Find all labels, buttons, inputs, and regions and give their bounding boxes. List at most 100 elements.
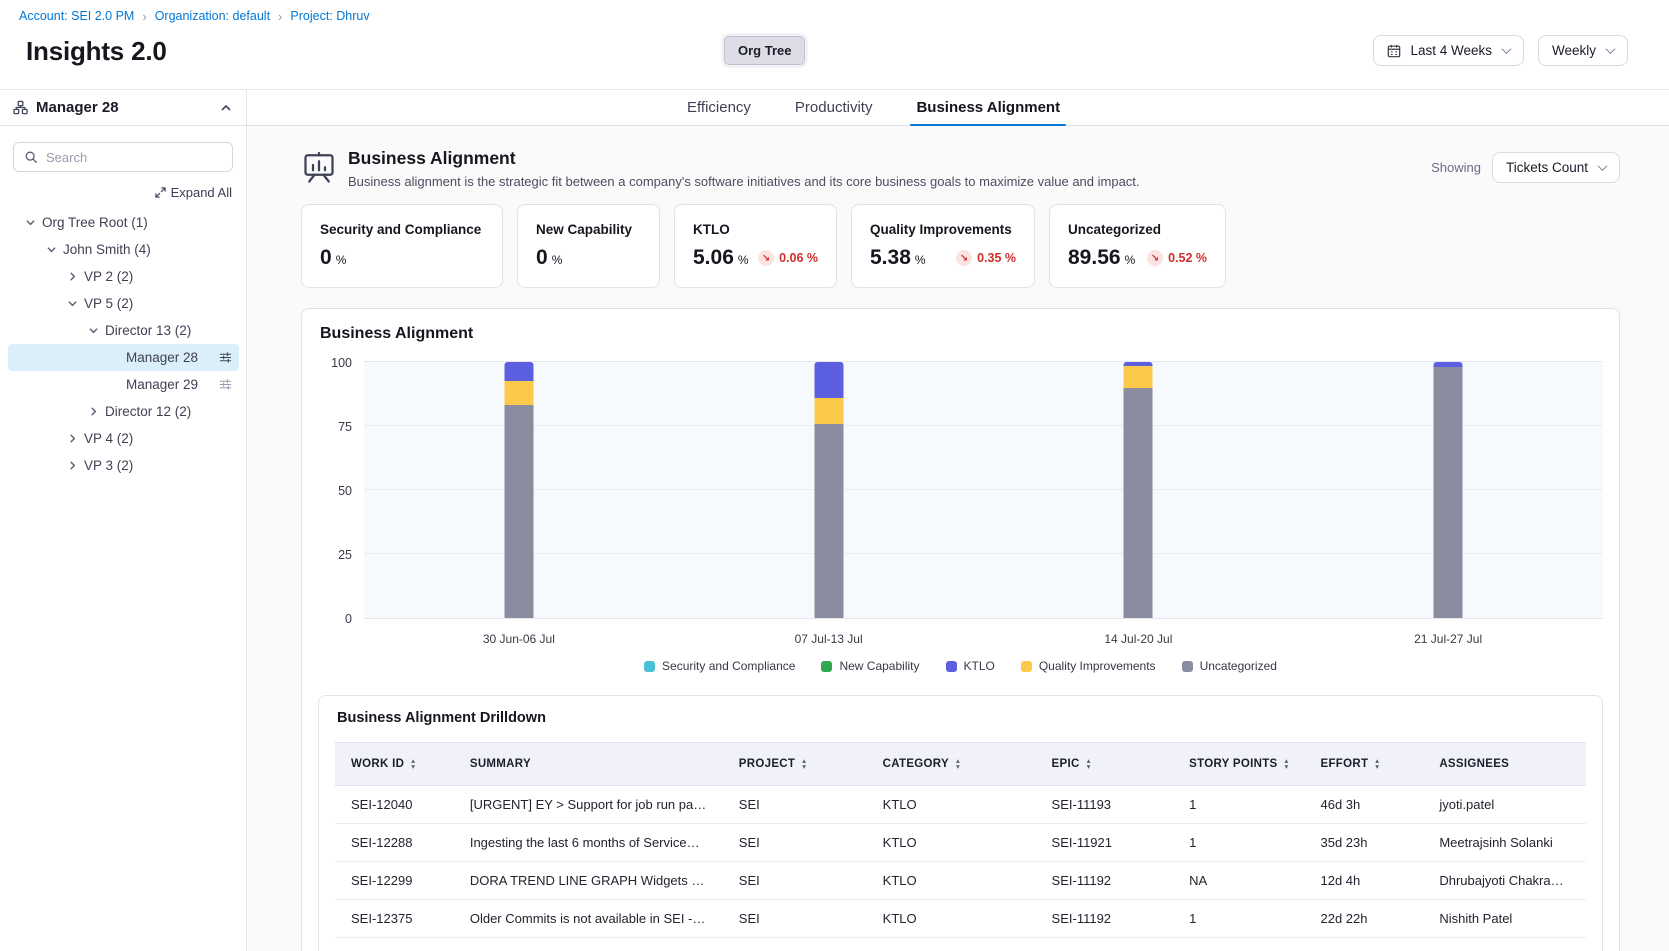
stacked-bar[interactable] (1124, 362, 1153, 618)
expand-all-icon (155, 187, 166, 198)
breadcrumb-separator-icon: › (278, 10, 282, 23)
stat-card-unit: % (552, 253, 563, 267)
stacked-bar[interactable] (1434, 362, 1463, 618)
search-icon (24, 150, 38, 164)
chevron-down-icon[interactable] (67, 298, 84, 309)
tree-node[interactable]: John Smith (4) (8, 236, 239, 263)
table-row[interactable]: SEI-12305EY > Verify if ingestion is wor… (335, 938, 1586, 951)
tree-node[interactable]: Manager 29 (8, 371, 239, 398)
chevron-right-icon[interactable] (67, 433, 84, 444)
org-tree-panel-header[interactable]: Manager 28 (0, 90, 246, 126)
table-cell: SEI-11192 (1036, 938, 1174, 951)
chevron-right-icon[interactable] (67, 460, 84, 471)
legend-label: Security and Compliance (662, 659, 795, 673)
bar-segment[interactable] (504, 381, 533, 405)
tree-node[interactable]: VP 5 (2) (8, 290, 239, 317)
breadcrumb-link[interactable]: Organization: default (155, 9, 270, 23)
expand-all-button[interactable]: Expand All (0, 185, 232, 200)
tree-node[interactable]: VP 4 (2) (8, 425, 239, 452)
tree-node[interactable]: VP 3 (2) (8, 452, 239, 479)
tab-efficiency[interactable]: Efficiency (687, 90, 751, 125)
table-row[interactable]: SEI-12288Ingesting the last 6 months of … (335, 824, 1586, 862)
drilldown-card: Business Alignment Drilldown WORK ID▴▾SU… (318, 695, 1603, 951)
tree-node[interactable]: Director 12 (2) (8, 398, 239, 425)
chevron-right-icon[interactable] (67, 271, 84, 282)
column-header[interactable]: PROJECT▴▾ (723, 743, 867, 786)
bar-segment[interactable] (504, 405, 533, 618)
breadcrumb-link[interactable]: Account: SEI 2.0 PM (19, 9, 134, 23)
bar-segment[interactable] (814, 362, 843, 398)
legend-label: Uncategorized (1200, 659, 1277, 673)
table-cell: SEI-12305 (335, 938, 454, 951)
stacked-bar[interactable] (814, 362, 843, 618)
table-cell: KTLO (867, 786, 1036, 824)
legend-label: New Capability (839, 659, 919, 673)
legend-swatch (644, 661, 655, 672)
sort-icon[interactable]: ▴▾ (1087, 758, 1091, 769)
sort-icon[interactable]: ▴▾ (956, 758, 960, 769)
gridline (364, 425, 1603, 426)
sort-icon[interactable]: ▴▾ (1285, 758, 1289, 769)
sort-icon[interactable]: ▴▾ (802, 758, 806, 769)
column-header[interactable]: STORY POINTS▴▾ (1173, 743, 1304, 786)
tree-node-label: VP 3 (2) (84, 458, 133, 473)
presentation-chart-icon (301, 150, 337, 186)
chevron-down-icon[interactable] (46, 244, 63, 255)
stacked-bar[interactable] (504, 362, 533, 618)
tree-node[interactable]: Director 13 (2) (8, 317, 239, 344)
tree-node[interactable]: Manager 28 (8, 344, 239, 371)
legend-item[interactable]: KTLO (946, 659, 995, 673)
bar-segment[interactable] (814, 398, 843, 424)
legend-item[interactable]: New Capability (821, 659, 919, 673)
sliders-icon[interactable] (219, 378, 232, 391)
tree-node[interactable]: Org Tree Root (1) (8, 209, 239, 236)
table-row[interactable]: SEI-12375Older Commits is not available … (335, 900, 1586, 938)
table-row[interactable]: SEI-12040[URGENT] EY > Support for job r… (335, 786, 1586, 824)
bar-segment[interactable] (1124, 366, 1153, 388)
chevron-up-icon[interactable] (220, 102, 232, 114)
column-header[interactable]: ASSIGNEES (1423, 743, 1586, 786)
chevron-down-icon[interactable] (88, 325, 105, 336)
table-row[interactable]: SEI-12299DORA TREND LINE GRAPH Widgets i… (335, 862, 1586, 900)
sort-icon[interactable]: ▴▾ (411, 758, 415, 769)
bar-segment[interactable] (1124, 388, 1153, 618)
bar-segment[interactable] (504, 362, 533, 381)
tab-business-alignment[interactable]: Business Alignment (916, 90, 1060, 125)
stat-card-change: ↘0.06 % (758, 250, 818, 266)
sort-icon[interactable]: ▴▾ (1375, 758, 1379, 769)
column-header[interactable]: EPIC▴▾ (1036, 743, 1174, 786)
stat-card-title: Uncategorized (1068, 222, 1207, 237)
table-cell: 46d 3h (1304, 786, 1423, 824)
drilldown-title: Business Alignment Drilldown (335, 710, 1586, 726)
bar-segment[interactable] (814, 424, 843, 618)
tab-productivity[interactable]: Productivity (795, 90, 873, 125)
granularity-select[interactable]: Weekly (1538, 35, 1628, 66)
tree-node[interactable]: VP 2 (2) (8, 263, 239, 290)
column-header[interactable]: SUMMARY (454, 743, 723, 786)
column-header[interactable]: WORK ID▴▾ (335, 743, 454, 786)
chevron-down-icon[interactable] (25, 217, 42, 228)
stat-card-value-row: 0% (536, 246, 641, 270)
date-range-select[interactable]: Last 4 Weeks (1373, 35, 1524, 66)
topbar: Account: SEI 2.0 PM › Organization: defaul… (0, 0, 1669, 90)
column-label: ASSIGNEES (1439, 758, 1509, 770)
search-input[interactable] (46, 150, 222, 165)
bar-segment[interactable] (1434, 367, 1463, 618)
y-axis-tick: 25 (318, 548, 352, 562)
legend-item[interactable]: Uncategorized (1182, 659, 1277, 673)
table-cell: KTLO (867, 900, 1036, 938)
metric-select[interactable]: Tickets Count (1492, 152, 1620, 183)
org-tree-button[interactable]: Org Tree (724, 36, 805, 65)
legend-item[interactable]: Quality Improvements (1021, 659, 1156, 673)
column-header[interactable]: EFFORT▴▾ (1304, 743, 1423, 786)
stat-card-change: ↘0.52 % (1147, 250, 1207, 266)
chevron-right-icon[interactable] (88, 406, 105, 417)
showing-label: Showing (1431, 160, 1481, 175)
table-cell: KTLO (867, 824, 1036, 862)
sliders-icon[interactable] (219, 351, 232, 364)
legend-item[interactable]: Security and Compliance (644, 659, 795, 673)
stat-card: New Capability0% (517, 204, 660, 288)
breadcrumb-link[interactable]: Project: Dhruv (290, 9, 369, 23)
column-header[interactable]: CATEGORY▴▾ (867, 743, 1036, 786)
stat-card-value-row: 89.56%↘0.52 % (1068, 246, 1207, 270)
